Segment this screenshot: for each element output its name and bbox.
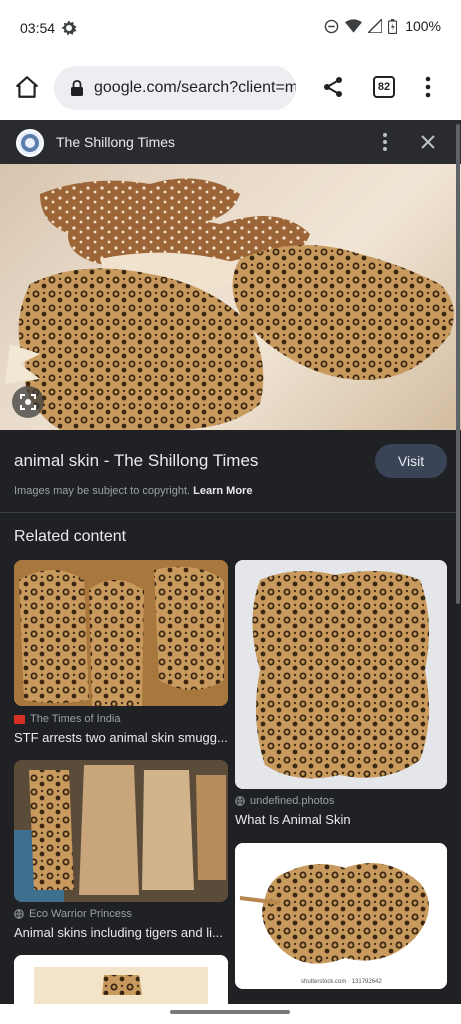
globe-icon: [235, 796, 245, 806]
globe-icon: [14, 909, 24, 919]
copyright-notice: Images may be subject to copyright. Lear…: [14, 485, 252, 497]
tab-switcher-button[interactable]: 82: [373, 76, 395, 98]
related-source-1: The Times of India: [14, 713, 121, 725]
do-not-disturb-icon: [324, 19, 339, 33]
visit-button[interactable]: Visit: [375, 444, 447, 478]
related-image-2[interactable]: [235, 560, 447, 789]
status-time: 03:54: [20, 20, 56, 36]
status-bar: 03:54 100%: [0, 0, 461, 56]
settings-gear-icon: [61, 20, 77, 36]
panel-header: The Shillong Times: [0, 120, 461, 164]
home-icon[interactable]: [14, 74, 40, 100]
leopard-skin-white-background-picture: [235, 843, 447, 989]
home-gesture-handle[interactable]: [170, 1010, 290, 1014]
source-logo-icon: [21, 134, 39, 152]
related-content-heading: Related content: [14, 528, 127, 545]
related-source-3: Eco Warrior Princess: [14, 908, 132, 920]
url-text: google.com/search?client=ms: [94, 79, 296, 96]
battery-percentage: 100%: [405, 18, 441, 34]
related-source-1-text: The Times of India: [30, 713, 121, 725]
signal-icon: [368, 19, 383, 33]
related-image-3[interactable]: [14, 760, 228, 902]
leopard-skins-floor-picture: [14, 560, 228, 706]
image-result-panel: The Shillong Times animal skin - The Shi…: [0, 120, 461, 1004]
lock-icon: [71, 80, 83, 96]
lens-search-button[interactable]: [12, 386, 44, 418]
related-title-1[interactable]: STF arrests two animal skin smugg...: [14, 730, 228, 745]
related-source-2: undefined.photos: [235, 795, 334, 807]
related-image-4[interactable]: shutterstock.com · 131792642: [235, 843, 447, 989]
address-bar[interactable]: google.com/search?client=ms: [54, 66, 296, 110]
lens-icon: [20, 394, 36, 410]
related-title-3[interactable]: Animal skins including tigers and li...: [14, 925, 223, 940]
source-name[interactable]: The Shillong Times: [56, 134, 175, 150]
hanging-animal-skins-picture: [14, 760, 228, 902]
close-icon[interactable]: [420, 134, 436, 150]
panel-more-icon[interactable]: [380, 132, 390, 152]
related-image-5[interactable]: [14, 955, 228, 1004]
copyright-text: Images may be subject to copyright.: [14, 485, 191, 497]
main-image[interactable]: [0, 164, 461, 430]
learn-more-link[interactable]: Learn More: [193, 485, 252, 497]
leopard-skins-picture: [5, 178, 454, 430]
related-image-1[interactable]: [14, 560, 228, 706]
image-title[interactable]: animal skin - The Shillong Times: [14, 451, 258, 471]
scrollbar[interactable]: [456, 124, 460, 604]
source-logo: [16, 129, 44, 157]
wifi-icon: [345, 19, 363, 33]
share-icon[interactable]: [322, 76, 344, 98]
browser-toolbar: google.com/search?client=ms 82: [0, 56, 461, 120]
gesture-nav-bar: [0, 1004, 461, 1024]
times-of-india-icon: [14, 714, 25, 724]
divider: [0, 512, 461, 513]
stock-watermark: shutterstock.com · 131792642: [301, 979, 382, 985]
single-leopard-skin-picture: [235, 560, 447, 789]
status-icons: 100%: [324, 18, 441, 34]
battery-icon: [388, 18, 398, 34]
related-title-2[interactable]: What Is Animal Skin: [235, 812, 351, 827]
related-source-2-text: undefined.photos: [250, 795, 335, 807]
related-source-3-text: Eco Warrior Princess: [29, 908, 132, 920]
more-menu-icon[interactable]: [423, 76, 433, 98]
partial-skin-picture: [14, 955, 228, 1004]
